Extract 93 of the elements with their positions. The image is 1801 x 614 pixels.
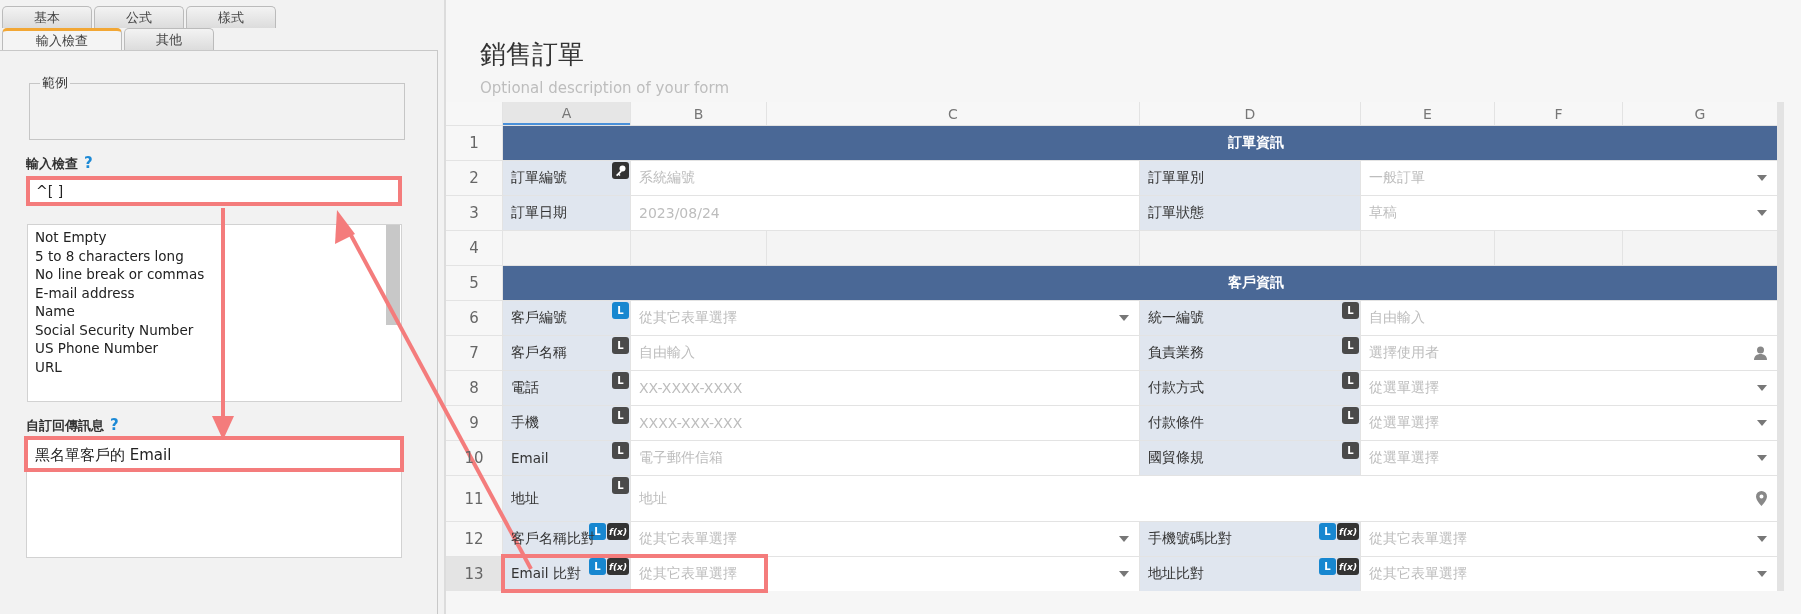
section-title: 客戶資訊 (1227, 274, 1285, 292)
location-pin-icon (1756, 491, 1767, 506)
help-link[interactable]: ? (110, 416, 119, 434)
column-header[interactable]: G (1623, 102, 1777, 125)
caret-icon (1757, 536, 1767, 542)
caret-icon (1757, 385, 1767, 391)
preset-item[interactable]: No line break or commas (34, 265, 374, 284)
caret-icon (1757, 455, 1767, 461)
form-description: Optional description of your form (480, 79, 731, 97)
message-text: 黑名單客戶的 Email (35, 446, 172, 464)
link-badge: L (1342, 372, 1359, 389)
field-label-text: 地址比對 (1148, 565, 1204, 583)
row-number[interactable]: 8 (446, 371, 502, 405)
link-badge: L (612, 302, 629, 319)
example-legend: 範例 (40, 74, 70, 92)
link-badge: L (612, 407, 629, 424)
link-badge: L (589, 558, 607, 575)
row-number[interactable]: 9 (446, 406, 502, 440)
formula-badge: f(x) (1337, 558, 1359, 575)
preset-item[interactable]: US Phone Number (34, 339, 374, 358)
field-label-text: 電話 (511, 379, 539, 397)
form-title: 銷售訂單 (480, 38, 585, 71)
scrollbar-thumb[interactable] (386, 225, 400, 325)
row-number[interactable]: 2 (446, 161, 502, 195)
field-label-text: Email (511, 450, 549, 466)
field-label-text: Email 比對 (511, 565, 581, 583)
field-label-text: 訂單狀態 (1148, 204, 1204, 222)
column-header[interactable]: F (1495, 102, 1622, 125)
formula-badge: f(x) (1337, 523, 1359, 540)
field-label-text: 負責業務 (1148, 344, 1204, 362)
caret-icon (1757, 571, 1767, 577)
field-label-text: 訂單日期 (511, 204, 567, 222)
caret-icon (1757, 420, 1767, 426)
row-number[interactable]: 1 (446, 126, 502, 160)
link-badge: L (1342, 337, 1359, 354)
field-label-text: 訂單單別 (1148, 169, 1204, 187)
field-label-text: 客戶編號 (511, 309, 567, 327)
link-badge: L (612, 477, 629, 494)
row-number[interactable]: 6 (446, 301, 502, 335)
caret-icon (1757, 175, 1767, 181)
preset-list[interactable]: Not Empty 5 to 8 characters long No line break or commas E-mail address Name Social Security Number US Phone Number URL (27, 224, 402, 402)
row-number[interactable]: 4 (446, 231, 502, 265)
help-link[interactable]: ? (84, 154, 93, 172)
row-number[interactable]: 5 (446, 266, 502, 300)
field-label-text: 手機號碼比對 (1148, 530, 1232, 548)
field-label-text: 統一編號 (1148, 309, 1204, 327)
row-number[interactable]: 3 (446, 196, 502, 230)
column-header[interactable]: C (767, 102, 1139, 125)
preset-item[interactable]: Social Security Number (34, 320, 374, 339)
field-label: 自訂回傳訊息 (26, 417, 104, 435)
caret-icon (1757, 210, 1767, 216)
key-icon (612, 162, 629, 179)
field-label-text: 客戶名稱 (511, 344, 567, 362)
formula-badge: f(x) (607, 523, 629, 540)
column-header[interactable]: D (1140, 102, 1360, 125)
preset-item[interactable]: E-mail address (34, 283, 374, 302)
link-badge: L (612, 442, 629, 459)
tab[interactable]: 公式 (94, 6, 184, 28)
caret-icon (1119, 536, 1129, 542)
preset-item[interactable]: URL (34, 357, 374, 376)
field-label-text: 付款方式 (1148, 379, 1204, 397)
field-label-text: 付款條件 (1148, 414, 1204, 432)
row-number[interactable]: 12 (446, 522, 502, 556)
field-label: 輸入檢查 (26, 155, 78, 173)
link-badge: L (1342, 407, 1359, 424)
field-label-text: 手機 (511, 414, 539, 432)
formula-badge: f(x) (607, 558, 629, 575)
link-badge: L (1319, 523, 1337, 540)
link-badge: L (1342, 442, 1359, 459)
tab[interactable]: 其他 (124, 28, 214, 50)
preset-item[interactable]: Not Empty (34, 228, 374, 247)
validation-field[interactable]: ^[ ] (26, 176, 402, 206)
link-badge: L (1342, 302, 1359, 319)
column-header[interactable]: B (631, 102, 766, 125)
message-field[interactable]: 黑名單客戶的 Email (26, 438, 402, 558)
field-label-text: 訂單編號 (511, 169, 567, 187)
preset-item[interactable]: 5 to 8 characters long (34, 246, 374, 265)
field-label-text: 地址 (511, 489, 539, 508)
caret-icon (1119, 315, 1129, 321)
column-header[interactable]: E (1361, 102, 1494, 125)
field-label-text: 國貿條規 (1148, 449, 1204, 467)
row-number[interactable]: 11 (446, 476, 502, 521)
link-badge: L (612, 337, 629, 354)
preset-item[interactable]: Name (34, 302, 374, 321)
section-title: 訂單資訊 (1227, 134, 1285, 152)
person-icon (1754, 346, 1767, 360)
caret-icon (1119, 571, 1129, 577)
tab[interactable]: 樣式 (186, 6, 276, 28)
row-number[interactable]: 7 (446, 336, 502, 370)
link-badge: L (1319, 558, 1337, 575)
tab[interactable]: 基本 (2, 6, 92, 28)
link-badge: L (612, 372, 629, 389)
tab[interactable]: 輸入檢查 (2, 28, 122, 50)
